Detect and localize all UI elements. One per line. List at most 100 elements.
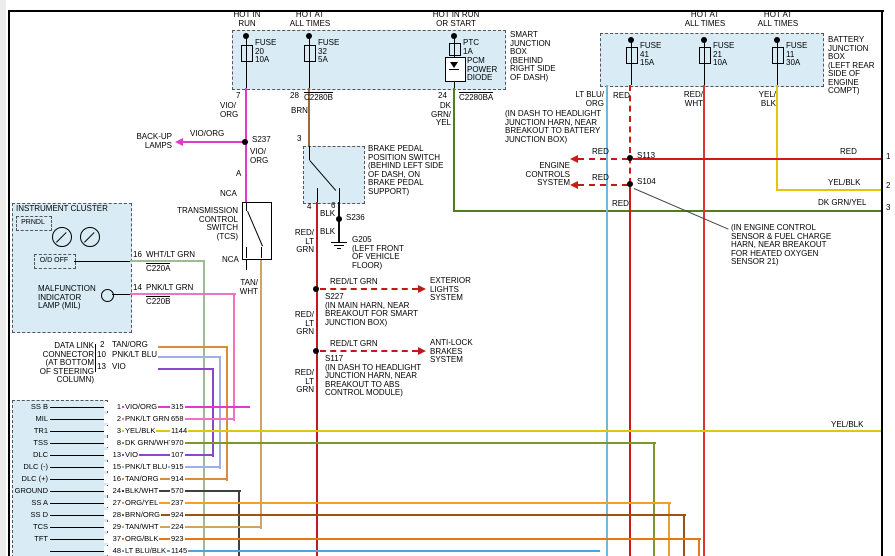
fuse-41-symbol — [626, 47, 638, 64]
pcm-row-tick — [50, 467, 106, 468]
pcm-row-circuit: 915 — [170, 462, 185, 471]
pcm-row-pin: 37 — [104, 534, 122, 543]
tcs-stub-br — [261, 247, 262, 258]
battery-junction-box-label: BATTERY JUNCTION BOX (LEFT REAR SIDE OF … — [828, 36, 875, 96]
connector-c2280ba: C2280BA — [459, 92, 493, 103]
wire-label-blk-1: BLK — [320, 210, 335, 219]
wiring-diagram: HOT IN RUN HOT AT ALL TIMES HOT IN RUN O… — [0, 0, 895, 556]
hot-label-1: HOT IN RUN — [222, 11, 272, 28]
pcm-row-circuit: 570 — [170, 486, 185, 495]
arrow-left-icon — [570, 181, 578, 189]
pcm-row-wire: VIO/ORG — [124, 402, 158, 411]
wire-label-brn: BRN — [291, 107, 308, 116]
wire-pnkltgrn-vertical — [233, 293, 235, 421]
wire-row-yelblk — [108, 430, 882, 432]
wire-label-tanwht: TAN/ WHT — [238, 279, 258, 296]
pcm-row-pin: 2 — [104, 414, 122, 423]
fuse-20-label: FUSE 20 10A — [255, 39, 276, 65]
od-off-wire — [74, 261, 130, 262]
instrument-cluster-title: INSTRUMENT CLUSTER — [16, 205, 108, 214]
connector-c220b: C220B — [146, 296, 170, 307]
pcm-row-label: SS D — [10, 510, 48, 519]
ground-icon — [331, 242, 347, 243]
page-ref-3: 3 — [886, 204, 890, 213]
connector-c220a: C220A — [146, 263, 170, 274]
fuse-11-label: FUSE 11 30A — [786, 42, 807, 68]
wire-label-red-top: RED — [613, 92, 630, 101]
dlc-pin-10: 10 — [97, 351, 106, 360]
wire-label-redltgrn-1: RED/ LT GRN — [286, 229, 314, 255]
pcm-row-label: TSS — [10, 438, 48, 447]
pcm-row-tick — [50, 539, 106, 540]
system-abs: ANTI-LOCK BRAKES SYSTEM — [430, 339, 473, 365]
system-exterior-lights: EXTERIOR LIGHTS SYSTEM — [430, 277, 471, 303]
pcm-row-label: DLC (-) — [10, 462, 48, 471]
tcs-stub-bl — [246, 247, 247, 258]
mil-wire — [112, 294, 130, 295]
branch-s227-dashed — [320, 288, 418, 290]
branch-s113-dashed — [578, 158, 628, 160]
dlc-wire-pnkltblu: PNK/LT BLU — [112, 351, 157, 360]
bus-dot — [628, 37, 634, 43]
fuse-21-label: FUSE 21 10A — [713, 42, 734, 68]
wire-tanwht-vertical — [260, 258, 262, 529]
brake-stub-6 — [339, 188, 340, 202]
wire-whtltgrn-horizontal — [130, 260, 205, 262]
pcm-row-tick — [50, 419, 106, 420]
diode-bar — [449, 69, 459, 70]
wire-label-yelblk-row: YEL/BLK — [830, 421, 864, 430]
wire-backup-branch — [183, 141, 245, 143]
splice-s113-label: S113 — [637, 152, 655, 161]
wire-label-blk-2: BLK — [320, 228, 335, 237]
wire-tanorg-v — [226, 346, 228, 481]
bus-dot — [306, 33, 312, 39]
wire-label-ltbluorg: LT BLU/ ORG — [574, 91, 604, 108]
pcm-row-tick — [50, 551, 106, 552]
wire-label-redwht: RED/ WHT — [681, 91, 703, 108]
pcm-row-circuit: 914 — [170, 474, 185, 483]
pcm-row-circuit: 923 — [170, 534, 185, 543]
splice-s104-label: S104 — [637, 178, 656, 187]
pcm-row-tick — [50, 527, 106, 528]
pcm-row-label: SS A — [10, 498, 48, 507]
wire-row-blkwht-v — [238, 490, 240, 556]
splice-s117 — [313, 348, 319, 354]
dlc-wire-tanorg: TAN/ORG — [112, 341, 148, 350]
wire-red-to-edge — [633, 158, 882, 160]
pcm-row-tick — [50, 407, 106, 408]
wire-label-red-edge: RED — [840, 148, 857, 157]
pcm-row-wire: LT BLU/BLK — [124, 546, 167, 555]
system-engine-controls: ENGINE CONTROLS SYSTEM — [518, 162, 570, 188]
brake-label: BRAKE PEDAL POSITION SWITCH (BEHIND LEFT… — [368, 145, 443, 196]
wire-label-red-s104: RED — [592, 174, 609, 183]
wire-label-dkgrnyel-edge: DK GRN/YEL — [818, 199, 866, 208]
od-off-label: O/D OFF — [34, 257, 74, 266]
wire-label-pnkltgrn: PNK/LT GRN — [146, 284, 193, 293]
brake-stub-4 — [317, 188, 318, 202]
wire-label-red-s113: RED — [592, 148, 609, 157]
frame-left — [0, 0, 6, 556]
pcm-row-label: TR1 — [10, 426, 48, 435]
pcm-row-circuit: 237 — [170, 498, 185, 507]
pcm-row-circuit: 1145 — [170, 546, 188, 555]
wire-label-red-below: RED — [612, 200, 629, 209]
wire-row-orgblk-v — [698, 538, 700, 556]
pcm-row-pin: 24 — [104, 486, 122, 495]
wire-redwht-vertical — [703, 85, 705, 556]
arrow-left-icon — [175, 138, 183, 146]
splice-s104 — [627, 181, 633, 187]
dlc-bracket — [95, 344, 96, 372]
splice-s237 — [242, 139, 248, 145]
pcm-row-circuit: 924 — [170, 510, 185, 519]
pcm-row-wire: TAN/WHT — [124, 522, 160, 531]
brake-pin-3: 3 — [297, 135, 301, 144]
pcm-row-label: DLC — [10, 450, 48, 459]
pcm-row-pin: 1 — [104, 402, 122, 411]
frame-border-right — [881, 10, 883, 556]
bus-dot — [451, 33, 457, 39]
pcm-row-pin: 13 — [104, 450, 122, 459]
dlc-pin-13: 13 — [97, 363, 106, 372]
s113-note: (IN DASH TO HEADLIGHT JUNCTION HARN, NEA… — [505, 110, 601, 144]
pcm-row-wire: PNK/LT GRN — [124, 414, 170, 423]
pcm-row-wire: TAN/ORG — [124, 474, 160, 483]
